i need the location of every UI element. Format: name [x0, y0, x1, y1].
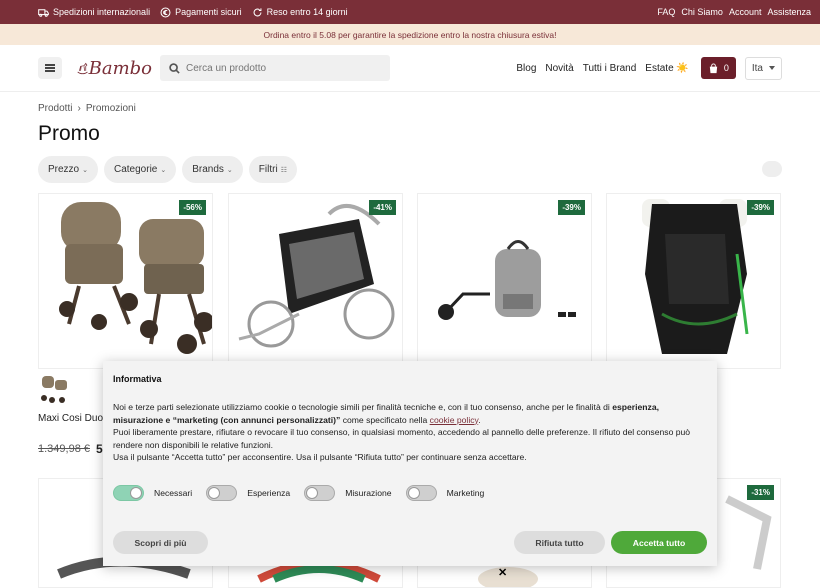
- discount-badge: -39%: [558, 200, 585, 215]
- shipping-info: Spedizioni internazionali: [38, 7, 150, 18]
- breadcrumb-separator: ›: [77, 103, 81, 114]
- site-logo[interactable]: Bambo: [76, 53, 152, 83]
- shopping-bag-icon: [709, 62, 718, 73]
- search-input[interactable]: [186, 62, 376, 74]
- nav-brands[interactable]: Tutti i Brand: [583, 63, 637, 74]
- site-header: Bambo Blog Novità Tutti i Brand Estate ☀…: [0, 45, 820, 92]
- truck-icon: [38, 8, 49, 17]
- filter-price[interactable]: Prezzo ⌄: [38, 156, 98, 183]
- cookie-consent-dialog: Informativa Noi e terze parti selezionat…: [103, 361, 717, 566]
- toggle-off[interactable]: [206, 484, 238, 501]
- nav-blog[interactable]: Blog: [516, 63, 536, 74]
- cookie-policy-link[interactable]: cookie policy: [430, 415, 479, 425]
- top-info-bar: Spedizioni internazionali Pagamenti sicu…: [0, 0, 820, 24]
- switch-misurazione[interactable]: Misurazione: [304, 484, 392, 501]
- filter-brands[interactable]: Brands ⌄: [182, 156, 243, 183]
- search-icon: [169, 62, 180, 74]
- chevron-down-icon: ⌄: [160, 166, 167, 174]
- menu-button[interactable]: [38, 57, 62, 79]
- product-card[interactable]: -39%: [606, 193, 781, 369]
- product-thumbnail[interactable]: [38, 374, 70, 404]
- page-title: Promo: [38, 122, 100, 145]
- product-card[interactable]: -41%: [228, 193, 403, 369]
- breadcrumb-promozioni[interactable]: Promozioni: [86, 103, 136, 114]
- view-toggle[interactable]: [762, 161, 782, 177]
- stroller-image: [59, 202, 212, 354]
- toggle-off[interactable]: [405, 484, 437, 501]
- returns-info: Reso entro 14 giorni: [252, 7, 348, 18]
- hamburger-icon: [45, 67, 55, 69]
- payments-info: Pagamenti sicuri: [160, 7, 242, 18]
- cookie-title: Informativa: [113, 374, 162, 384]
- close-icon[interactable]: ✕: [498, 566, 507, 579]
- breadcrumb-prodotti[interactable]: Prodotti: [38, 103, 72, 114]
- refresh-icon: [253, 7, 262, 16]
- toggle-on[interactable]: [113, 484, 144, 501]
- rocking-horse-icon: [77, 62, 88, 75]
- filter-more[interactable]: Filtri ☷: [248, 156, 297, 183]
- switch-esperienza[interactable]: Esperienza: [206, 484, 290, 501]
- baby-carrier-image: [642, 199, 749, 354]
- discount-badge: -31%: [747, 485, 774, 500]
- euro-icon: [160, 7, 171, 17]
- switch-necessari[interactable]: Necessari: [113, 484, 192, 501]
- price-old: 1.349,98 €: [38, 443, 90, 455]
- reject-all-button[interactable]: Rifiuta tutto: [514, 531, 605, 554]
- link-support[interactable]: Assistenza: [767, 7, 811, 17]
- stroller-accessory-image: [438, 240, 576, 320]
- discount-badge: -56%: [179, 200, 206, 215]
- link-account[interactable]: Account: [729, 7, 762, 17]
- caret-down-icon: [769, 66, 775, 70]
- jogger-stroller-image: [238, 204, 395, 348]
- learn-more-button[interactable]: Scopri di più: [113, 531, 208, 554]
- filter-bar: Prezzo ⌄ Categorie ⌄ Brands ⌄ Filtri ☷: [38, 156, 297, 183]
- discount-badge: -39%: [747, 200, 774, 215]
- price-new: 5: [96, 442, 103, 456]
- cart-count: 0: [723, 63, 729, 73]
- breadcrumb: Prodotti › Promozioni: [38, 103, 136, 114]
- link-faq[interactable]: FAQ: [657, 7, 675, 17]
- product-card[interactable]: -56%: [38, 193, 213, 369]
- language-select[interactable]: Ita: [744, 56, 782, 80]
- product-name[interactable]: Maxi Cosi Duo: [38, 413, 103, 424]
- chevron-down-icon: ⌄: [226, 166, 233, 174]
- product-card[interactable]: -39%: [417, 193, 592, 369]
- search-box[interactable]: [160, 55, 390, 81]
- consent-switches: Necessari Esperienza Misurazione Marketi…: [113, 484, 707, 501]
- switch-marketing[interactable]: Marketing: [405, 484, 484, 501]
- link-about[interactable]: Chi Siamo: [681, 7, 723, 17]
- shipping-notice: Ordina entro il 5.08 per garantire la sp…: [0, 24, 820, 45]
- accept-all-button[interactable]: Accetta tutto: [611, 531, 707, 554]
- filter-categories[interactable]: Categorie ⌄: [104, 156, 177, 183]
- sliders-icon: ☷: [280, 166, 287, 174]
- nav-novita[interactable]: Novità: [545, 63, 573, 74]
- chevron-down-icon: ⌄: [82, 166, 88, 174]
- toggle-off[interactable]: [304, 484, 336, 501]
- cookie-text: Noi e terze parti selezionate utilizziam…: [113, 402, 691, 462]
- cart-button[interactable]: 0: [700, 57, 736, 79]
- discount-badge: -41%: [369, 200, 396, 215]
- nav-summer[interactable]: Estate ☀️: [645, 63, 689, 74]
